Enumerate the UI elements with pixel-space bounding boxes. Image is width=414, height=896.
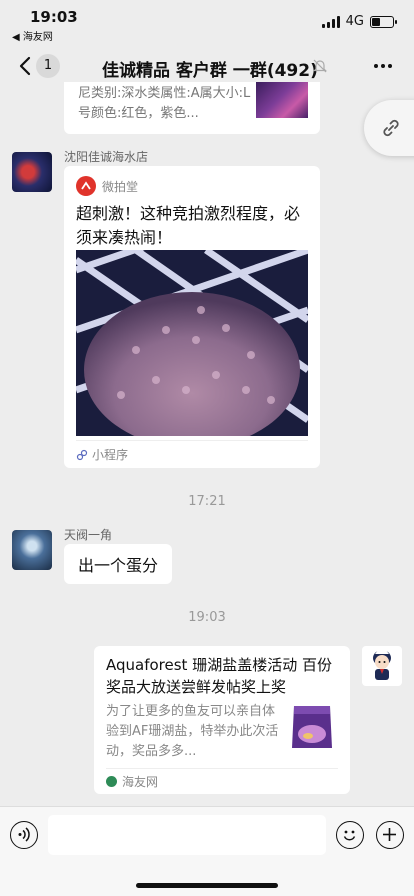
coral-image [76,250,308,436]
sender-name: 沈阳佳诚海水店 [64,150,149,164]
article-source-name: 海友网 [122,775,159,789]
article-thumbnail [286,700,338,752]
article-source: 海友网 [106,773,158,790]
chevron-left-icon [19,56,31,76]
unread-count-badge[interactable]: 1 [36,54,60,78]
divider [106,768,338,769]
input-bar [0,806,414,896]
message-input[interactable] [48,815,326,855]
mute-icon [313,59,327,73]
chat-title: 佳诚精品 客户群 一群(492) [102,61,318,81]
avatar[interactable] [12,152,52,192]
status-indicators: 4G [321,14,397,29]
text-message[interactable]: 出一个蛋分 [64,544,173,584]
product-thumbnail [256,82,308,118]
product-card[interactable]: 尼类别:深水类属性:A属大小:L号颜色:红色，紫色... [64,82,320,134]
sender-name: 天阀一角 [64,528,113,542]
product-card-description: 尼类别:深水类属性:A属大小:L号颜色:红色，紫色... [78,86,251,121]
battery-icon [370,15,397,28]
cartoon-avatar-icon [373,650,391,680]
mini-program-title: 超刺激！这种竞拍激烈程度，必须来凑热闹！ [76,204,301,247]
mini-program-label: 小程序 [92,448,129,462]
emoji-icon [343,830,356,841]
mini-program-card[interactable]: 微拍堂 超刺激！这种竞拍激烈程度，必须来凑热闹！ 小程序 [64,166,320,468]
plus-icon [383,828,396,841]
more-icon[interactable] [374,64,392,68]
article-title: Aquaforest 珊湖盐盖楼活动 百份奖品大放送尝鲜发帖奖上奖 [106,656,332,696]
voice-icon [18,827,30,842]
mini-program-brand-name: 微拍堂 [102,179,139,194]
network-type: 4G [345,14,364,29]
mini-program-brand: 微拍堂 [76,176,138,196]
article-description: 为了让更多的鱼友可以亲自体验到AF珊湖盐，特举办此次活动，奖品多多... [106,704,279,759]
mini-program-icon [76,449,88,460]
link-float-button[interactable] [364,100,414,156]
article-card[interactable]: Aquaforest 珊湖盐盖楼活动 百份奖品大放送尝鲜发帖奖上奖 为了让更多的… [94,646,350,794]
my-avatar[interactable] [362,646,402,686]
emoji-button[interactable] [336,821,364,849]
signal-icon [321,15,340,28]
plus-button[interactable] [376,821,404,849]
voice-button[interactable] [10,821,38,849]
message-timestamp: 17:21 [188,494,226,509]
weipaitang-logo-icon [76,176,96,196]
home-indicator [136,883,278,888]
avatar[interactable] [12,530,52,570]
link-icon [383,119,399,137]
mini-program-footer: 小程序 [76,446,128,463]
status-time: 19:03 [30,8,78,26]
source-logo-icon [106,776,117,787]
back-button[interactable] [16,54,36,78]
back-to-app-link[interactable]: ◀ 海友网 [12,28,53,43]
divider [76,440,308,441]
message-timestamp: 19:03 [188,610,226,625]
status-bar: 19:03 ◀ 海友网 4G [0,0,414,44]
